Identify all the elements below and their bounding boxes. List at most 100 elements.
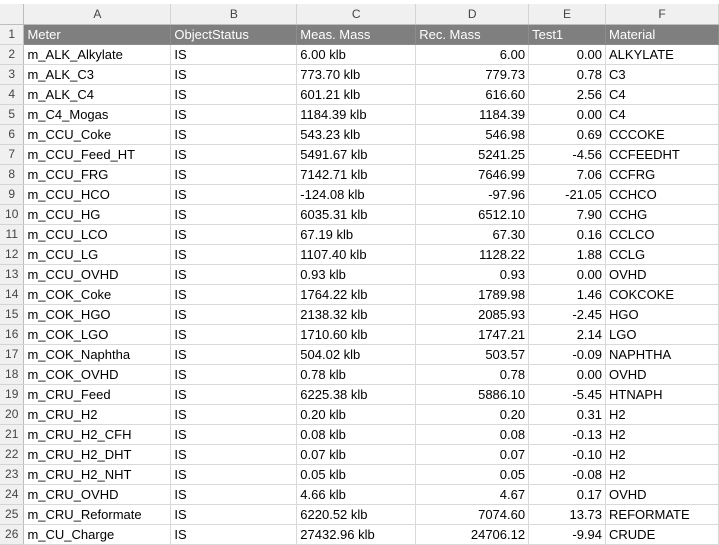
cell[interactable]: -0.10 xyxy=(528,444,607,465)
cell[interactable]: 779.73 xyxy=(415,64,530,85)
cell[interactable]: IS xyxy=(170,504,298,525)
cell[interactable]: 67.30 xyxy=(415,224,530,245)
cell[interactable]: m_CRU_OVHD xyxy=(23,484,172,505)
cell[interactable]: IS xyxy=(170,424,298,445)
cell[interactable]: 1.46 xyxy=(528,284,607,305)
cell[interactable]: 1184.39 xyxy=(415,104,530,125)
cell[interactable]: 2085.93 xyxy=(415,304,530,325)
cell[interactable]: 0.78 klb xyxy=(296,364,417,385)
cell[interactable]: 4.66 klb xyxy=(296,484,417,505)
cell[interactable]: IS xyxy=(170,64,298,85)
cell[interactable]: C4 xyxy=(605,104,719,125)
cell[interactable]: CRUDE xyxy=(605,524,719,545)
cell[interactable]: m_CRU_Reformate xyxy=(23,504,172,525)
cell[interactable]: m_COK_HGO xyxy=(23,304,172,325)
cell[interactable]: 6035.31 klb xyxy=(296,204,417,225)
cell[interactable]: CCHG xyxy=(605,204,719,225)
cell[interactable]: C4 xyxy=(605,84,719,105)
header-cell[interactable]: ObjectStatus xyxy=(170,24,298,45)
cell[interactable]: 0.00 xyxy=(528,44,607,65)
cell[interactable]: CCLCO xyxy=(605,224,719,245)
cell[interactable]: m_CCU_LCO xyxy=(23,224,172,245)
header-cell[interactable]: Rec. Mass xyxy=(415,24,530,45)
cell[interactable]: m_CRU_Feed xyxy=(23,384,172,405)
cell[interactable]: 5241.25 xyxy=(415,144,530,165)
cell[interactable]: 1789.98 xyxy=(415,284,530,305)
column-header-c[interactable]: C xyxy=(296,4,417,25)
header-cell[interactable]: Test1 xyxy=(528,24,607,45)
cell[interactable]: 24706.12 xyxy=(415,524,530,545)
cell[interactable]: -21.05 xyxy=(528,184,607,205)
row-number[interactable]: 14 xyxy=(0,284,25,305)
row-number[interactable]: 21 xyxy=(0,424,25,445)
cell[interactable]: 616.60 xyxy=(415,84,530,105)
cell[interactable]: 6225.38 klb xyxy=(296,384,417,405)
row-number[interactable]: 7 xyxy=(0,144,25,165)
cell[interactable]: -0.09 xyxy=(528,344,607,365)
cell[interactable]: 1710.60 klb xyxy=(296,324,417,345)
cell[interactable]: m_ALK_C4 xyxy=(23,84,172,105)
cell[interactable]: 4.67 xyxy=(415,484,530,505)
row-number[interactable]: 17 xyxy=(0,344,25,365)
cell[interactable]: C3 xyxy=(605,64,719,85)
column-header-b[interactable]: B xyxy=(170,4,298,25)
row-number[interactable]: 1 xyxy=(0,24,25,45)
cell[interactable]: 7646.99 xyxy=(415,164,530,185)
header-cell[interactable]: Material xyxy=(605,24,719,45)
cell[interactable]: 0.00 xyxy=(528,364,607,385)
cell[interactable]: m_COK_Naphtha xyxy=(23,344,172,365)
row-number[interactable]: 9 xyxy=(0,184,25,205)
cell[interactable]: 6.00 klb xyxy=(296,44,417,65)
cell[interactable]: 13.73 xyxy=(528,504,607,525)
cell[interactable]: 6220.52 klb xyxy=(296,504,417,525)
cell[interactable]: m_COK_LGO xyxy=(23,324,172,345)
cell[interactable]: 543.23 klb xyxy=(296,124,417,145)
header-cell[interactable]: Meas. Mass xyxy=(296,24,417,45)
cell[interactable]: 0.07 klb xyxy=(296,444,417,465)
header-cell[interactable]: Meter xyxy=(23,24,172,45)
cell[interactable]: IS xyxy=(170,484,298,505)
row-number[interactable]: 8 xyxy=(0,164,25,185)
cell[interactable]: IS xyxy=(170,144,298,165)
cell[interactable]: 1.88 xyxy=(528,244,607,265)
cell[interactable]: 0.20 xyxy=(415,404,530,425)
cell[interactable]: 7.90 xyxy=(528,204,607,225)
cell[interactable]: CCCOKE xyxy=(605,124,719,145)
cell[interactable]: 546.98 xyxy=(415,124,530,145)
cell[interactable]: 0.78 xyxy=(415,364,530,385)
cell[interactable]: 0.08 klb xyxy=(296,424,417,445)
cell[interactable]: m_ALK_C3 xyxy=(23,64,172,85)
cell[interactable]: OVHD xyxy=(605,364,719,385)
cell[interactable]: 0.00 xyxy=(528,104,607,125)
cell[interactable]: HGO xyxy=(605,304,719,325)
cell[interactable]: IS xyxy=(170,184,298,205)
cell[interactable]: 0.93 xyxy=(415,264,530,285)
cell[interactable]: 0.07 xyxy=(415,444,530,465)
cell[interactable]: -5.45 xyxy=(528,384,607,405)
cell[interactable]: H2 xyxy=(605,404,719,425)
cell[interactable]: 0.20 klb xyxy=(296,404,417,425)
cell[interactable]: m_CRU_H2_CFH xyxy=(23,424,172,445)
cell[interactable]: 0.78 xyxy=(528,64,607,85)
cell[interactable]: -0.08 xyxy=(528,464,607,485)
cell[interactable]: 1107.40 klb xyxy=(296,244,417,265)
cell[interactable]: 0.08 xyxy=(415,424,530,445)
cell[interactable]: IS xyxy=(170,204,298,225)
cell[interactable]: CCLG xyxy=(605,244,719,265)
cell[interactable]: IS xyxy=(170,224,298,245)
cell[interactable]: CCHCO xyxy=(605,184,719,205)
cell[interactable]: LGO xyxy=(605,324,719,345)
row-number[interactable]: 4 xyxy=(0,84,25,105)
cell[interactable]: IS xyxy=(170,124,298,145)
cell[interactable]: 7074.60 xyxy=(415,504,530,525)
cell[interactable]: H2 xyxy=(605,444,719,465)
cell[interactable]: IS xyxy=(170,344,298,365)
cell[interactable]: 601.21 klb xyxy=(296,84,417,105)
cell[interactable]: IS xyxy=(170,264,298,285)
cell[interactable]: 0.17 xyxy=(528,484,607,505)
cell[interactable]: -9.94 xyxy=(528,524,607,545)
cell[interactable]: H2 xyxy=(605,424,719,445)
cell[interactable]: IS xyxy=(170,524,298,545)
cell[interactable]: IS xyxy=(170,304,298,325)
cell[interactable]: 773.70 klb xyxy=(296,64,417,85)
